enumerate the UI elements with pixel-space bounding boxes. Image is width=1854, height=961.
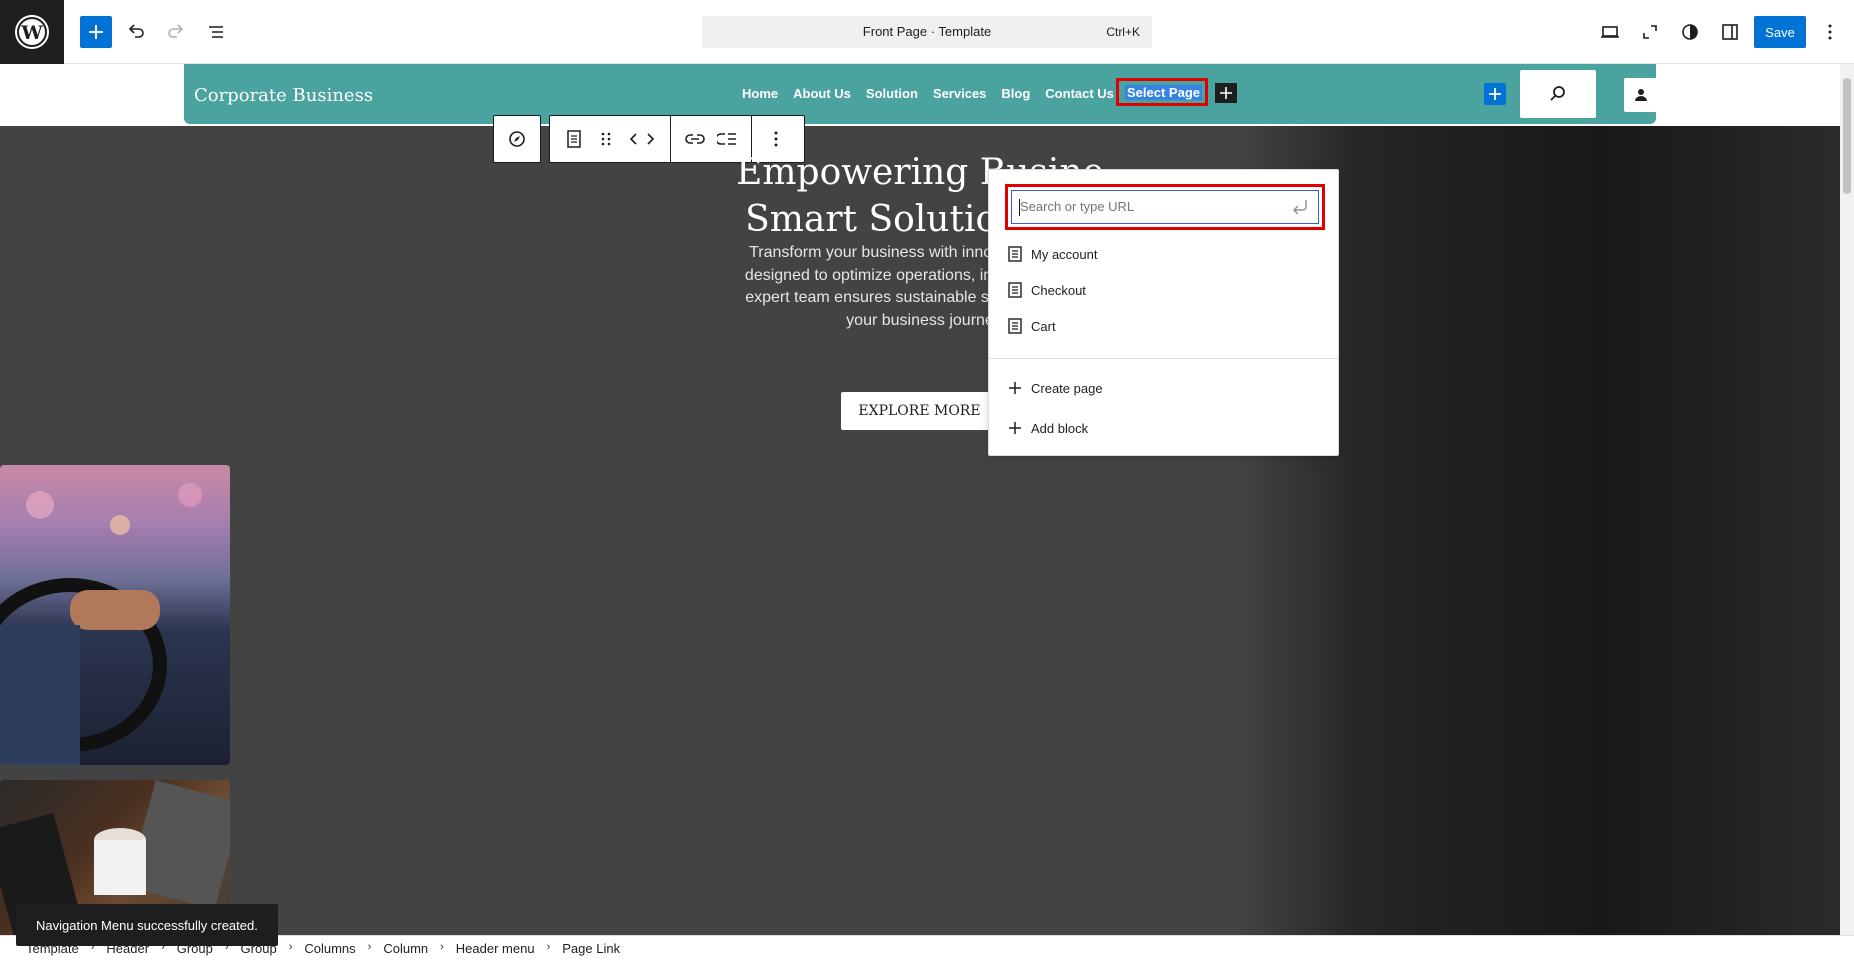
scrollbar-thumb[interactable] [1843,78,1851,194]
options-menu-button[interactable] [1814,16,1846,48]
url-search-input[interactable]: Search or type URL [1011,190,1319,224]
search-icon [1550,86,1565,101]
document-overview-button[interactable] [200,16,232,48]
more-vertical-icon [1828,24,1832,40]
suggestion-cart[interactable]: Cart [1008,315,1056,337]
enter-icon[interactable] [1290,198,1310,216]
plus-icon [1009,422,1021,434]
breadcrumb-item[interactable]: Header menu [456,941,535,956]
command-shortcut: Ctrl+K [1106,25,1140,39]
expand-icon [1643,25,1657,39]
plus-icon [1009,382,1021,394]
list-view-icon [209,26,223,38]
suggestion-checkout[interactable]: Checkout [1008,279,1086,301]
suggestion-my-account[interactable]: My account [1008,243,1097,265]
header-search-button[interactable] [1520,70,1596,118]
header-add-block-button[interactable] [1484,83,1506,105]
preview-device-button[interactable] [1594,16,1626,48]
add-block-button[interactable] [80,16,112,48]
breadcrumb-item: Page Link [562,941,621,956]
template-title: Front Page · Template [862,24,992,39]
chevron-left-right-icon [629,133,655,145]
page-icon [1008,318,1022,334]
contrast-icon [1682,24,1698,40]
page-icon [1008,282,1022,298]
command-palette-bar[interactable]: Front Page · Template Ctrl+K [702,16,1152,48]
more-vertical-icon [774,131,778,147]
snackbar-notice: Navigation Menu successfully created. [16,904,278,946]
navigation-icon [509,131,525,147]
svg-text:W: W [20,22,43,44]
driving-photo [0,465,230,765]
create-page-button[interactable]: Create page [1008,377,1103,399]
suggestion-label: Cart [1031,318,1056,334]
canvas-scrollbar[interactable] [1840,64,1854,935]
wordpress-icon: W [15,15,49,49]
nav-item-home[interactable]: Home [742,86,778,101]
plus-icon [89,25,103,39]
nav-item-blog[interactable]: Blog [1001,86,1030,101]
undo-button[interactable] [120,16,152,48]
suggestion-label: Checkout [1031,282,1086,298]
redo-icon [168,24,184,38]
user-icon [1635,89,1647,101]
nav-item-about[interactable]: About Us [793,86,851,101]
suggestion-label: My account [1031,246,1098,262]
zoom-out-button[interactable] [1634,16,1666,48]
desktop-icon [1601,26,1619,38]
sidebar-icon [1722,24,1738,40]
block-breadcrumb: Template › Header › Group › Group › Columns ›… [0,935,1854,961]
page-icon [567,130,581,148]
wordpress-logo-button[interactable]: W [0,0,64,64]
nav-item-select-page[interactable]: Select Page [1116,78,1208,106]
chevron-right-icon: › [546,941,551,953]
settings-sidebar-button[interactable] [1714,16,1746,48]
plus-icon [1489,88,1501,100]
add-menu-item-button[interactable] [1215,83,1237,103]
explore-more-button[interactable]: EXPLORE MORE [841,392,998,430]
nav-item-solution[interactable]: Solution [866,86,918,101]
add-block-label: Add block [1031,420,1089,436]
add-block-option[interactable]: Add block [1008,417,1088,439]
nav-item-contact[interactable]: Contact Us [1045,86,1114,101]
create-page-label: Create page [1031,380,1103,396]
url-input-highlight: Search or type URL [1005,184,1325,230]
text-caret [1019,199,1020,216]
nav-item-services[interactable]: Services [933,86,987,101]
header-account-button[interactable] [1624,78,1658,112]
editor-top-toolbar: W Front Page · Template Ctrl+K Save [0,0,1854,64]
breadcrumb-item[interactable]: Columns [304,941,355,956]
link-control-popover: Search or type URL My account Checkout C… [988,169,1339,456]
page-icon [1008,246,1022,262]
breadcrumb-item[interactable]: Column [383,941,428,956]
plus-icon [1220,87,1232,99]
editor-canvas: Corporate Business Home About Us Solutio… [0,64,1840,935]
navigation-menu: Home About Us Solution Services Blog Con… [742,86,1114,101]
url-input-placeholder: Search or type URL [1020,199,1135,214]
redo-button[interactable] [160,16,192,48]
submenu-icon [717,133,736,145]
chevron-right-icon: › [440,941,444,953]
site-header: Corporate Business Home About Us Solutio… [184,64,1658,124]
popover-divider [989,358,1338,359]
chevron-right-icon: › [367,941,372,953]
select-page-label: Select Page [1125,85,1202,100]
save-button[interactable]: Save [1754,16,1806,48]
site-title[interactable]: Corporate Business [194,85,373,106]
chevron-right-icon: › [288,941,293,953]
link-icon [685,134,705,144]
styles-button[interactable] [1674,16,1706,48]
undo-icon [128,24,144,38]
drag-icon [601,132,611,146]
